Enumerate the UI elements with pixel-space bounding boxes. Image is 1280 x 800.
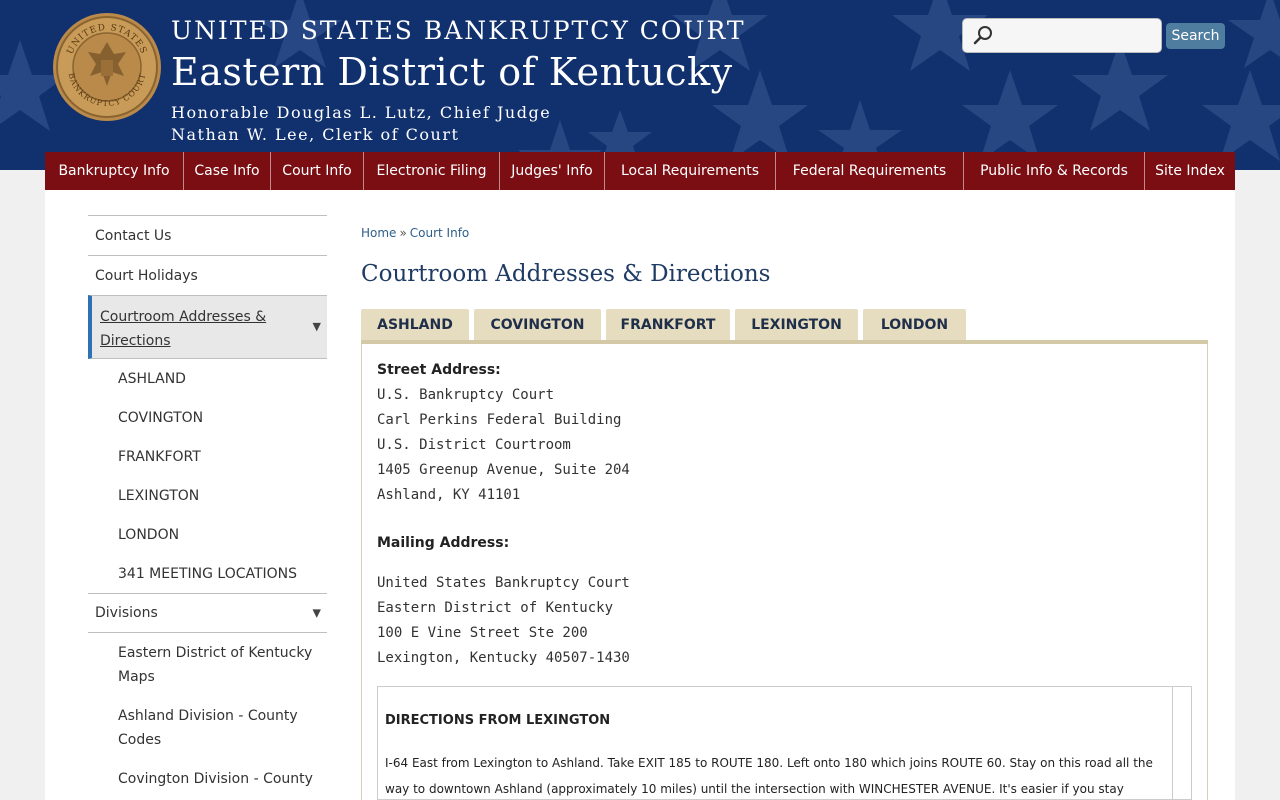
sidebar-sub-covington-codes[interactable]: Covington Division - County: [88, 759, 318, 798]
sidebar-item-label: Courtroom Addresses & Directions: [100, 309, 267, 349]
street-line: U.S. District Courtroom: [377, 437, 571, 453]
court-title: UNITED STATES BANKRUPTCY COURT: [171, 16, 746, 45]
street-line: Ashland, KY 41101: [377, 487, 521, 503]
breadcrumb-court-info[interactable]: Court Info: [410, 226, 470, 240]
nav-electronic-filing[interactable]: Electronic Filing: [364, 152, 500, 190]
nav-court-info[interactable]: Court Info: [271, 152, 364, 190]
main-nav: Bankruptcy Info Case Info Court Info Ele…: [45, 152, 1235, 190]
sidebar-item-court-holidays[interactable]: Court Holidays: [88, 255, 327, 295]
sidebar-item-divisions[interactable]: Divisions ▼: [88, 593, 327, 633]
district-title[interactable]: Eastern District of Kentucky: [171, 50, 733, 94]
sidebar-sub-london[interactable]: LONDON: [88, 515, 327, 554]
page-title: Courtroom Addresses & Directions: [361, 261, 771, 287]
location-tabs: ASHLAND COVINGTON FRANKFORT LEXINGTON LO…: [361, 309, 971, 340]
sidebar-sub-frankfort[interactable]: FRANKFORT: [88, 437, 327, 476]
mailing-address-label: Mailing Address:: [377, 535, 510, 551]
sidebar-sub-covington[interactable]: COVINGTON: [88, 398, 327, 437]
expand-arrow-icon[interactable]: ▼: [313, 315, 321, 339]
tab-ashland[interactable]: ASHLAND: [361, 309, 469, 340]
mailing-line: Eastern District of Kentucky: [377, 600, 614, 616]
sidebar-sub-lexington[interactable]: LEXINGTON: [88, 476, 327, 515]
directions-text: I-64 East from Lexington to Ashland. Tak…: [385, 756, 1153, 796]
directions-scrollbar[interactable]: [1172, 687, 1173, 800]
nav-public-info-records[interactable]: Public Info & Records: [964, 152, 1145, 190]
street-address-label: Street Address:: [377, 362, 501, 378]
sidebar-item-contact-us[interactable]: Contact Us: [88, 215, 327, 255]
court-seal: UNITED STATES BANKRUPTCY COURT: [53, 13, 161, 121]
nav-local-requirements[interactable]: Local Requirements: [605, 152, 776, 190]
sidebar-sub-ashland-codes[interactable]: Ashland Division - County Codes: [88, 696, 318, 759]
nav-judges-info[interactable]: Judges' Info: [500, 152, 605, 190]
directions-title: DIRECTIONS FROM LEXINGTON: [385, 713, 611, 728]
street-line: Carl Perkins Federal Building: [377, 412, 622, 428]
mailing-line: 100 E Vine Street Ste 200: [377, 625, 588, 641]
tab-lexington[interactable]: LEXINGTON: [735, 309, 858, 340]
nav-case-info[interactable]: Case Info: [184, 152, 271, 190]
search-button[interactable]: Search: [1166, 23, 1225, 49]
breadcrumb: Home» Court Info: [361, 226, 469, 240]
tab-frankfort[interactable]: FRANKFORT: [606, 309, 730, 340]
sidebar-sub-ashland[interactable]: ASHLAND: [88, 359, 327, 398]
mailing-line: Lexington, Kentucky 40507-1430: [377, 650, 630, 666]
street-line: U.S. Bankruptcy Court: [377, 387, 555, 403]
nav-federal-requirements[interactable]: Federal Requirements: [776, 152, 964, 190]
breadcrumb-home[interactable]: Home: [361, 226, 396, 240]
sidebar-item-label: Divisions: [95, 605, 158, 621]
clerk-of-court: Nathan W. Lee, Clerk of Court: [171, 125, 460, 144]
tab-covington[interactable]: COVINGTON: [474, 309, 601, 340]
nav-bankruptcy-info[interactable]: Bankruptcy Info: [45, 152, 184, 190]
search-icon: [973, 26, 992, 45]
nav-site-index[interactable]: Site Index: [1145, 152, 1235, 190]
sidebar: Contact Us Court Holidays Courtroom Addr…: [88, 215, 327, 798]
expand-arrow-icon[interactable]: ▼: [313, 607, 321, 620]
sidebar-sub-341-meeting[interactable]: 341 MEETING LOCATIONS: [88, 554, 327, 593]
tab-london[interactable]: LONDON: [863, 309, 966, 340]
sidebar-item-courtroom-addresses[interactable]: Courtroom Addresses & Directions ▼: [88, 295, 327, 359]
sidebar-sub-edky-maps[interactable]: Eastern District of Kentucky Maps: [88, 633, 318, 696]
chief-judge: Honorable Douglas L. Lutz, Chief Judge: [171, 103, 552, 122]
street-line: 1405 Greenup Avenue, Suite 204: [377, 462, 630, 478]
breadcrumb-separator: »: [399, 226, 407, 240]
mailing-line: United States Bankruptcy Court: [377, 575, 630, 591]
